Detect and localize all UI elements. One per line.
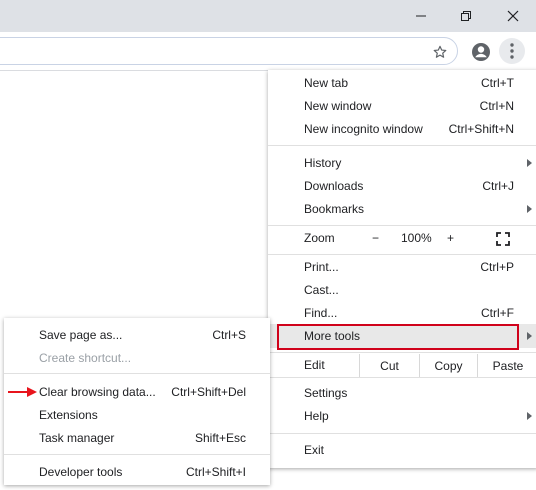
menu-item-history[interactable]: History bbox=[268, 152, 536, 175]
print-label: Print... bbox=[304, 260, 339, 274]
cast-label: Cast... bbox=[304, 283, 339, 297]
submenu-item-save-page[interactable]: Save page as... Ctrl+S bbox=[4, 324, 270, 347]
exit-label: Exit bbox=[304, 443, 325, 457]
menu-separator bbox=[4, 373, 270, 374]
bookmark-star-button[interactable] bbox=[431, 43, 449, 61]
menu-item-print[interactable]: Print... Ctrl+P bbox=[268, 256, 536, 279]
annotation-arrow-icon bbox=[8, 387, 37, 397]
print-shortcut: Ctrl+P bbox=[480, 260, 514, 274]
menu-item-new-tab[interactable]: New tab Ctrl+T bbox=[268, 72, 536, 95]
menu-separator bbox=[268, 377, 536, 378]
submenu-item-clear-browsing-data[interactable]: Clear browsing data... Ctrl+Shift+Del bbox=[4, 381, 270, 404]
zoom-out-button[interactable]: − bbox=[372, 231, 379, 245]
menu-item-zoom: Zoom − 100% + bbox=[268, 227, 536, 250]
new-window-shortcut: Ctrl+N bbox=[479, 99, 514, 113]
kebab-menu-icon bbox=[510, 43, 514, 59]
zoom-label: Zoom bbox=[304, 231, 335, 245]
menu-item-cast[interactable]: Cast... bbox=[268, 279, 536, 302]
restore-icon bbox=[461, 11, 471, 21]
restore-button[interactable] bbox=[443, 0, 489, 32]
new-incognito-shortcut: Ctrl+Shift+N bbox=[448, 122, 514, 136]
clear-browsing-shortcut: Ctrl+Shift+Del bbox=[171, 385, 246, 399]
submenu-item-task-manager[interactable]: Task manager Shift+Esc bbox=[4, 427, 270, 450]
title-bar bbox=[0, 0, 536, 32]
submenu-arrow-icon bbox=[527, 332, 532, 340]
developer-tools-label: Developer tools bbox=[39, 465, 123, 479]
new-incognito-label: New incognito window bbox=[304, 122, 423, 136]
extensions-label: Extensions bbox=[39, 408, 98, 422]
menu-item-edit: Edit Cut Copy Paste bbox=[268, 354, 536, 377]
clear-browsing-label: Clear browsing data... bbox=[39, 385, 156, 399]
address-bar[interactable] bbox=[0, 37, 458, 65]
profile-icon bbox=[472, 43, 490, 61]
menu-separator bbox=[4, 454, 270, 455]
settings-label: Settings bbox=[304, 386, 348, 400]
save-page-shortcut: Ctrl+S bbox=[212, 328, 246, 342]
submenu-item-developer-tools[interactable]: Developer tools Ctrl+Shift+I bbox=[4, 461, 270, 484]
task-manager-label: Task manager bbox=[39, 431, 115, 445]
menu-item-help[interactable]: Help bbox=[268, 405, 536, 428]
chrome-main-menu: New tab Ctrl+T New window Ctrl+N New inc… bbox=[268, 70, 536, 468]
submenu-arrow-icon bbox=[527, 205, 532, 213]
paste-button[interactable]: Paste bbox=[477, 354, 536, 377]
submenu-item-extensions[interactable]: Extensions bbox=[4, 404, 270, 427]
menu-item-settings[interactable]: Settings bbox=[268, 382, 536, 405]
menu-separator bbox=[268, 145, 536, 146]
find-shortcut: Ctrl+F bbox=[481, 306, 514, 320]
menu-item-more-tools[interactable]: More tools bbox=[268, 324, 536, 350]
developer-tools-shortcut: Ctrl+Shift+I bbox=[185, 465, 246, 479]
cut-button[interactable]: Cut bbox=[359, 354, 419, 377]
menu-item-new-incognito[interactable]: New incognito window Ctrl+Shift+N bbox=[268, 118, 536, 141]
toolbar bbox=[0, 32, 536, 71]
minimize-button[interactable] bbox=[398, 0, 444, 32]
menu-item-downloads[interactable]: Downloads Ctrl+J bbox=[268, 175, 536, 198]
bookmarks-label: Bookmarks bbox=[304, 202, 365, 216]
find-label: Find... bbox=[304, 306, 338, 320]
menu-separator bbox=[268, 352, 536, 353]
more-tools-label: More tools bbox=[304, 329, 361, 343]
new-tab-shortcut: Ctrl+T bbox=[481, 76, 514, 90]
menu-item-bookmarks[interactable]: Bookmarks bbox=[268, 198, 536, 221]
new-tab-label: New tab bbox=[304, 76, 349, 90]
zoom-value: 100% bbox=[401, 231, 432, 245]
menu-separator bbox=[268, 433, 536, 434]
profile-button[interactable] bbox=[470, 41, 492, 63]
main-menu-button[interactable] bbox=[499, 38, 525, 64]
minimize-icon bbox=[416, 15, 426, 17]
fullscreen-button[interactable] bbox=[496, 232, 510, 246]
star-icon bbox=[433, 45, 447, 58]
menu-separator bbox=[268, 254, 536, 255]
create-shortcut-label: Create shortcut... bbox=[39, 351, 132, 365]
new-window-label: New window bbox=[304, 99, 372, 113]
fullscreen-icon bbox=[496, 232, 510, 246]
menu-item-exit[interactable]: Exit bbox=[268, 439, 536, 462]
downloads-shortcut: Ctrl+J bbox=[482, 179, 514, 193]
save-page-label: Save page as... bbox=[39, 328, 123, 342]
more-tools-submenu: Save page as... Ctrl+S Create shortcut..… bbox=[4, 318, 270, 485]
copy-button[interactable]: Copy bbox=[419, 354, 477, 377]
task-manager-shortcut: Shift+Esc bbox=[194, 431, 246, 445]
close-icon bbox=[507, 10, 519, 22]
downloads-label: Downloads bbox=[304, 179, 364, 193]
help-label: Help bbox=[304, 409, 329, 423]
submenu-item-create-shortcut: Create shortcut... bbox=[4, 347, 270, 370]
submenu-arrow-icon bbox=[527, 159, 532, 167]
menu-separator bbox=[268, 225, 536, 226]
edit-label: Edit bbox=[304, 358, 325, 372]
zoom-in-button[interactable]: + bbox=[447, 231, 454, 245]
submenu-arrow-icon bbox=[527, 412, 532, 420]
close-button[interactable] bbox=[490, 0, 536, 32]
history-label: History bbox=[304, 156, 342, 170]
menu-item-find[interactable]: Find... Ctrl+F bbox=[268, 302, 536, 325]
menu-item-new-window[interactable]: New window Ctrl+N bbox=[268, 95, 536, 118]
